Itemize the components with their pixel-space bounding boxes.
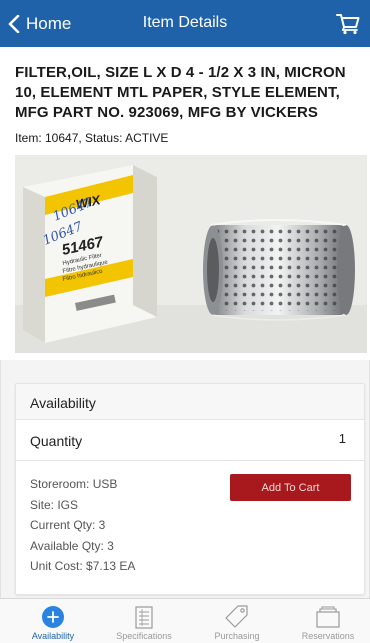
tab-reservations[interactable]: Reservations [282, 599, 370, 643]
nav-bar: Home Item Details [0, 0, 370, 47]
tab-purchasing[interactable]: Purchasing [191, 599, 283, 643]
tab-availability-label: Availability [31, 631, 75, 641]
quantity-value[interactable]: 1 [339, 431, 346, 446]
quantity-row[interactable]: Quantity 1 [16, 420, 364, 461]
item-photo: WIX 51467 Hydraulic Filter Filtre hydrau… [15, 155, 367, 353]
available-qty-line: Available Qty: 3 [30, 538, 114, 553]
tab-bar: Availability Specifications Purchasing R… [0, 598, 370, 643]
page-title: Item Details [142, 14, 228, 31]
tab-specifications[interactable]: Specifications [98, 599, 190, 643]
site-line: Site: IGS [30, 497, 79, 512]
current-qty-line: Current Qty: 3 [30, 518, 106, 532]
list-icon [135, 606, 153, 629]
tab-purchasing-label: Purchasing [214, 631, 260, 641]
tab-availability[interactable]: Availability [7, 599, 99, 643]
unit-cost-line: Unit Cost: $7.13 EA [30, 559, 136, 573]
tab-reservations-label: Reservations [301, 631, 355, 641]
availability-header: Availability [16, 384, 364, 420]
tray-icon [316, 606, 340, 628]
availability-header-label: Availability [30, 395, 96, 411]
quantity-label: Quantity [30, 433, 83, 449]
oil-filter-image: WIX 51467 Hydraulic Filter Filtre hydrau… [15, 155, 367, 353]
plus-circle-icon [42, 606, 64, 628]
storeroom-line: Storeroom: USB [30, 477, 118, 491]
wix-box: WIX 51467 Hydraulic Filter Filtre hydrau… [23, 165, 157, 343]
item-status: Item: 10647, Status: ACTIVE [15, 131, 169, 145]
filter-cylinder [203, 219, 355, 321]
item-title: FILTER,OIL, SIZE L X D 4 - 1/2 X 3 IN, M… [15, 64, 346, 121]
tag-icon [225, 605, 248, 628]
availability-card: Availability Quantity 1 Storeroom: USB S… [15, 383, 365, 595]
add-to-cart-button[interactable]: Add To Cart [230, 474, 351, 501]
stock-details: Storeroom: USB Site: IGS Current Qty: 3 … [30, 474, 135, 577]
cart-icon[interactable] [336, 13, 360, 35]
tab-specifications-label: Specifications [116, 631, 172, 641]
